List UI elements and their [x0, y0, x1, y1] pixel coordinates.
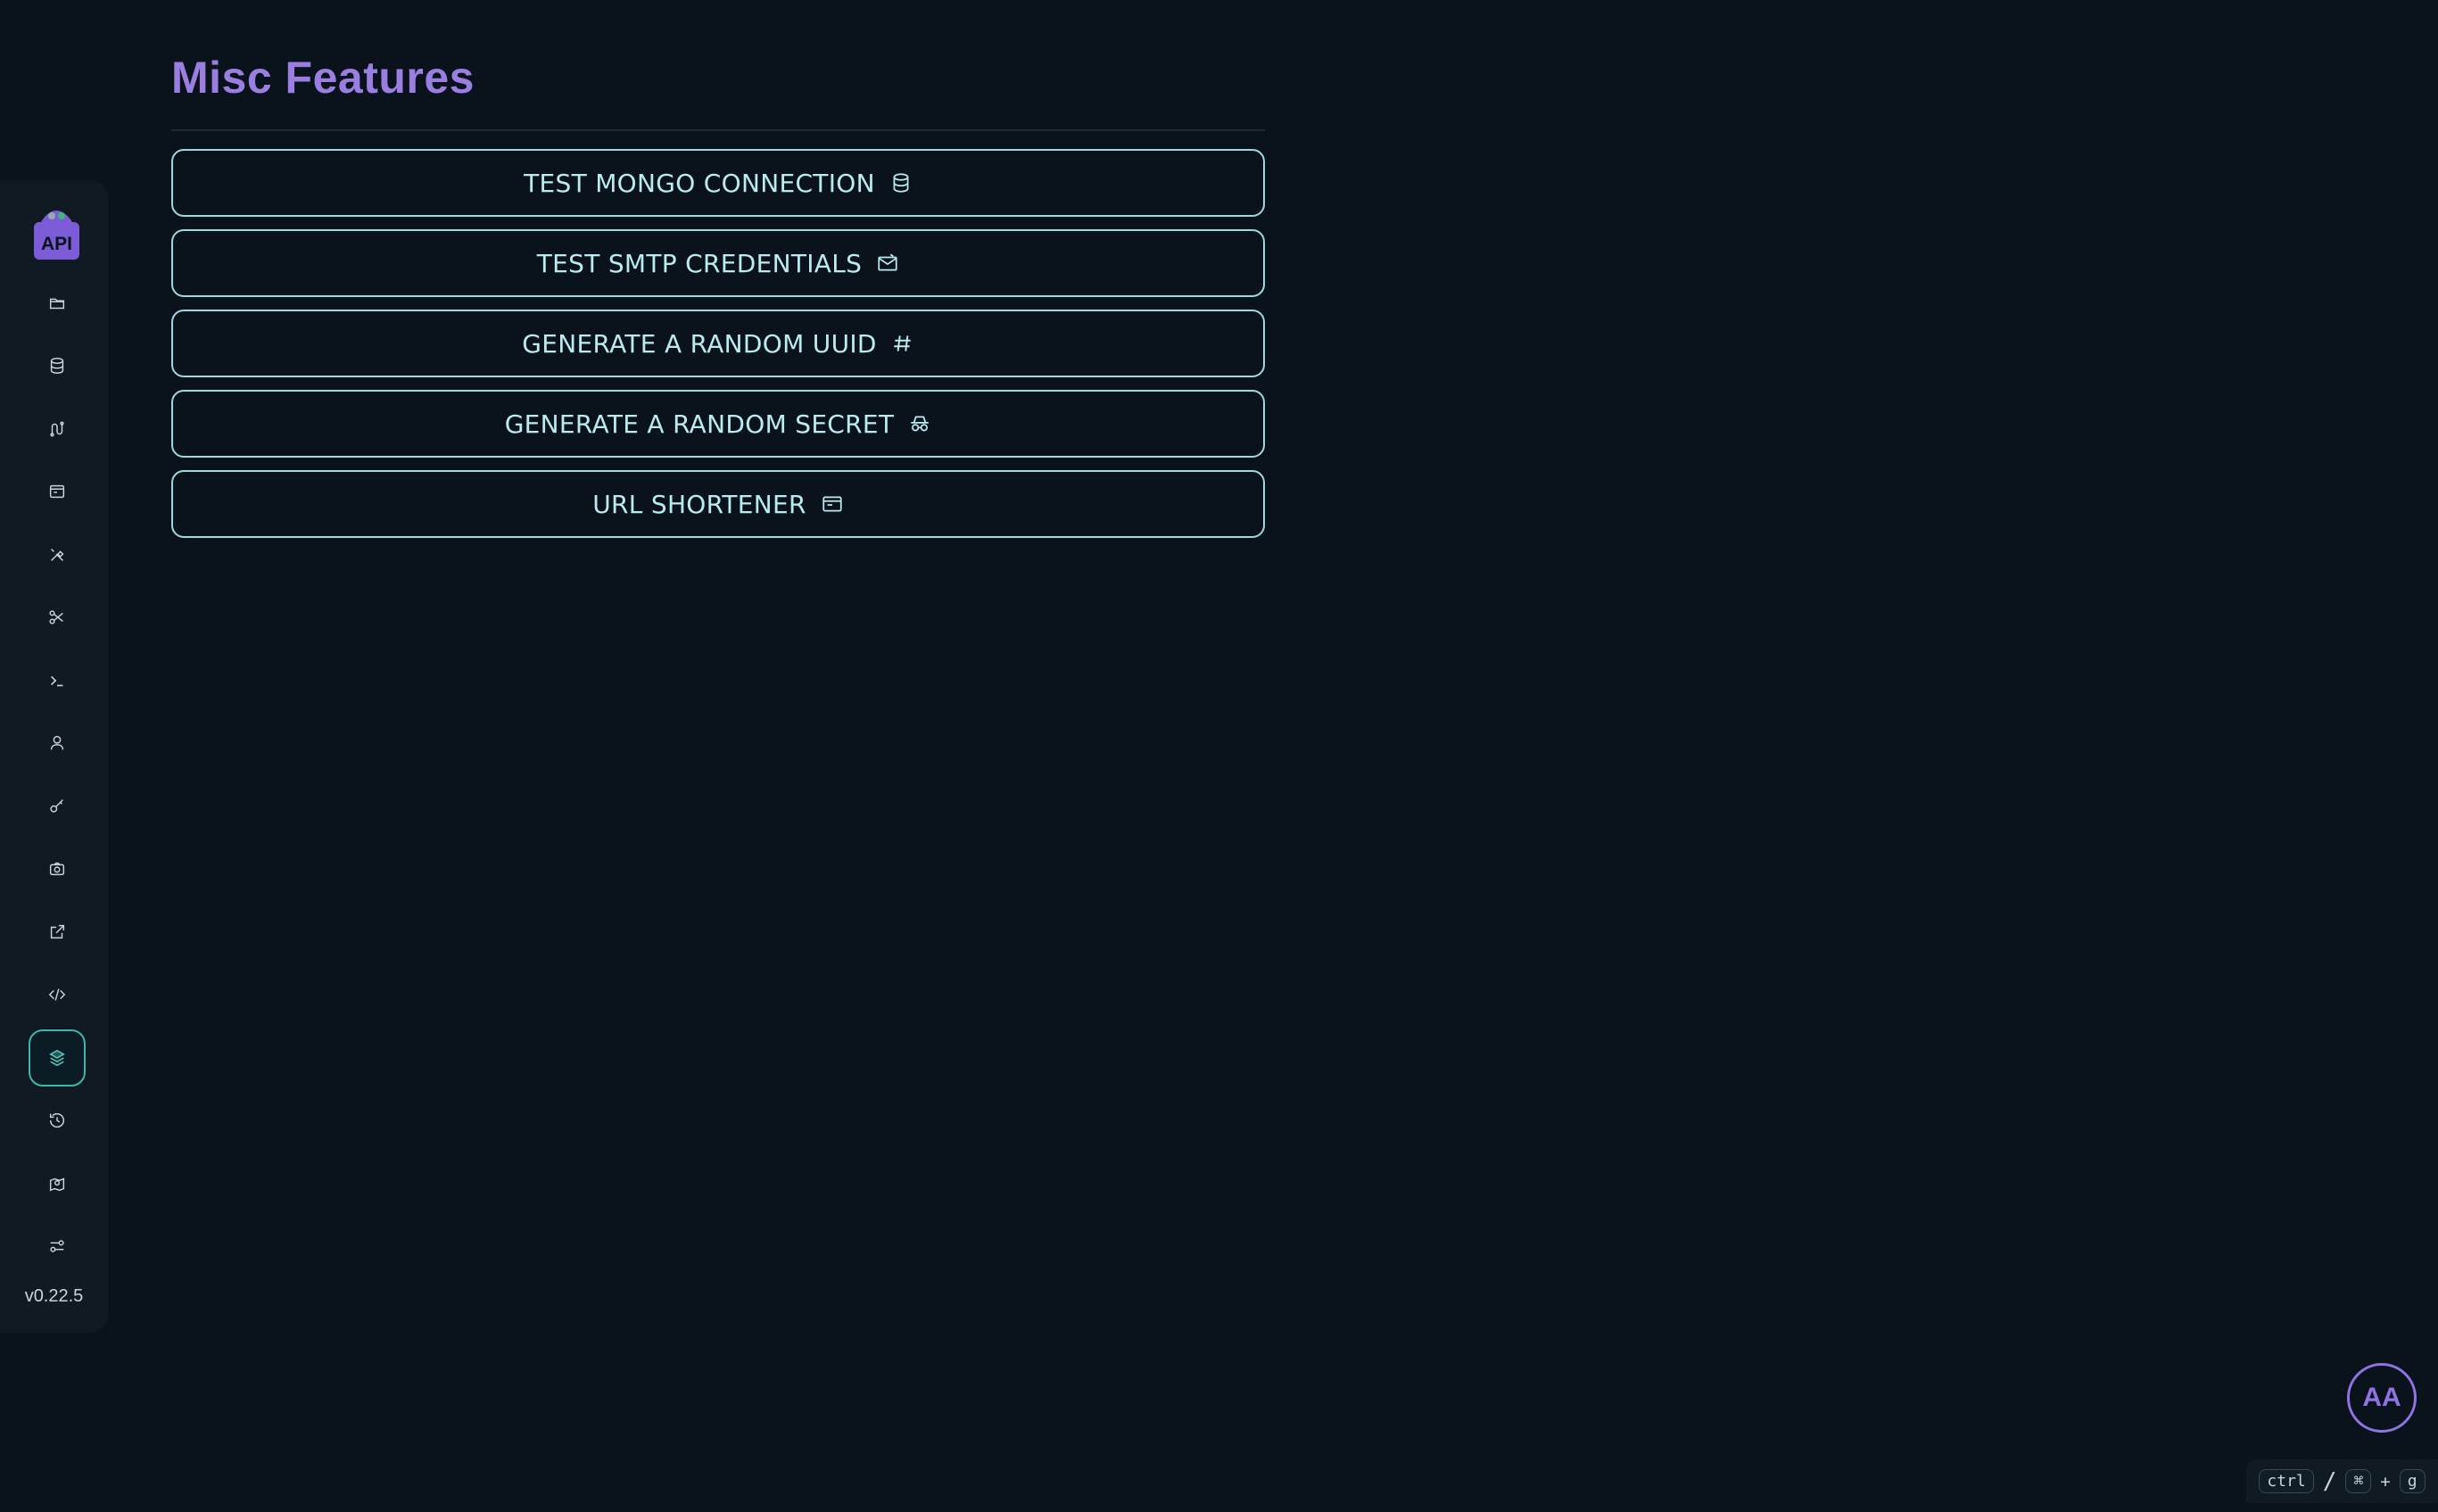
sidebar-item-database[interactable]: [29, 337, 86, 394]
history-icon: [49, 1113, 65, 1128]
shortcut-plus: +: [2380, 1471, 2391, 1491]
app-logo[interactable]: API: [31, 202, 82, 261]
tools-icon: [51, 549, 64, 561]
shortcut-key-ctrl: ctrl: [2259, 1469, 2314, 1493]
url-shortener-button[interactable]: URL SHORTENER: [171, 470, 1265, 538]
sidebar-item-scissors[interactable]: [29, 589, 86, 646]
sidebar-item-key[interactable]: [29, 778, 86, 835]
folder-icon: [49, 298, 65, 310]
sidebar-item-browser[interactable]: [29, 463, 86, 520]
layers-icon: [49, 1049, 65, 1067]
sidebar-item-code[interactable]: [29, 966, 86, 1023]
settings-sliders-icon: [50, 1240, 64, 1252]
shortcut-key-cmd: ⌘: [2345, 1469, 2372, 1493]
mail-icon: [878, 253, 897, 271]
feature-list: TEST MONGO CONNECTION TEST SMTP CREDENTI…: [171, 149, 1265, 550]
database-icon: [893, 173, 909, 193]
app-version: v0.22.5: [24, 1286, 84, 1306]
test-mongo-connection-button[interactable]: TEST MONGO CONNECTION: [171, 149, 1265, 217]
sidebar-item-terminal[interactable]: [29, 652, 86, 709]
incognito-icon: [911, 416, 930, 432]
keyboard-shortcut-hint: ctrl / ⌘ + g: [2246, 1459, 2438, 1503]
terminal-icon: [50, 675, 63, 687]
shortcut-key-g: g: [2399, 1469, 2426, 1493]
sidebar-item-routes[interactable]: [29, 401, 86, 458]
sidebar: API v0.22.5: [0, 180, 108, 1333]
routes-icon: [50, 421, 64, 437]
sidebar-item-user[interactable]: [29, 715, 86, 772]
user-avatar[interactable]: AA: [2347, 1363, 2417, 1433]
browser-window-icon: [822, 496, 842, 512]
key-icon: [50, 799, 63, 813]
hash-icon: [894, 335, 911, 351]
generate-random-secret-button[interactable]: GENERATE A RANDOM SECRET: [171, 390, 1265, 458]
sidebar-item-settings[interactable]: [29, 1218, 86, 1275]
page-title: Misc Features: [171, 53, 475, 103]
code-icon: [48, 988, 66, 1001]
title-divider: [171, 129, 1265, 131]
database-icon: [50, 358, 64, 374]
generate-random-uuid-button[interactable]: GENERATE A RANDOM UUID: [171, 310, 1265, 377]
logo-icon: API: [34, 211, 79, 260]
sidebar-item-tools[interactable]: [29, 526, 86, 583]
button-label: TEST MONGO CONNECTION: [524, 168, 875, 198]
sidebar-item-misc-features[interactable]: [29, 1029, 86, 1086]
sidebar-item-external-link[interactable]: [29, 904, 86, 961]
test-smtp-credentials-button[interactable]: TEST SMTP CREDENTIALS: [171, 229, 1265, 297]
browser-window-icon: [49, 484, 65, 499]
sidebar-item-map[interactable]: [29, 1155, 86, 1212]
camera-icon: [49, 862, 65, 876]
button-label: GENERATE A RANDOM SECRET: [504, 409, 895, 439]
map-pin-icon: [49, 1177, 65, 1192]
sidebar-item-camera[interactable]: [29, 840, 86, 897]
sidebar-item-files[interactable]: [29, 275, 86, 332]
button-label: URL SHORTENER: [592, 489, 806, 519]
scissors-icon: [49, 610, 63, 624]
external-link-icon: [50, 924, 65, 939]
user-icon: [50, 735, 64, 750]
logo-text: API: [41, 234, 72, 254]
shortcut-separator: /: [2322, 1467, 2337, 1495]
sidebar-item-history[interactable]: [29, 1092, 86, 1149]
button-label: TEST SMTP CREDENTIALS: [536, 248, 863, 278]
button-label: GENERATE A RANDOM UUID: [522, 328, 877, 359]
